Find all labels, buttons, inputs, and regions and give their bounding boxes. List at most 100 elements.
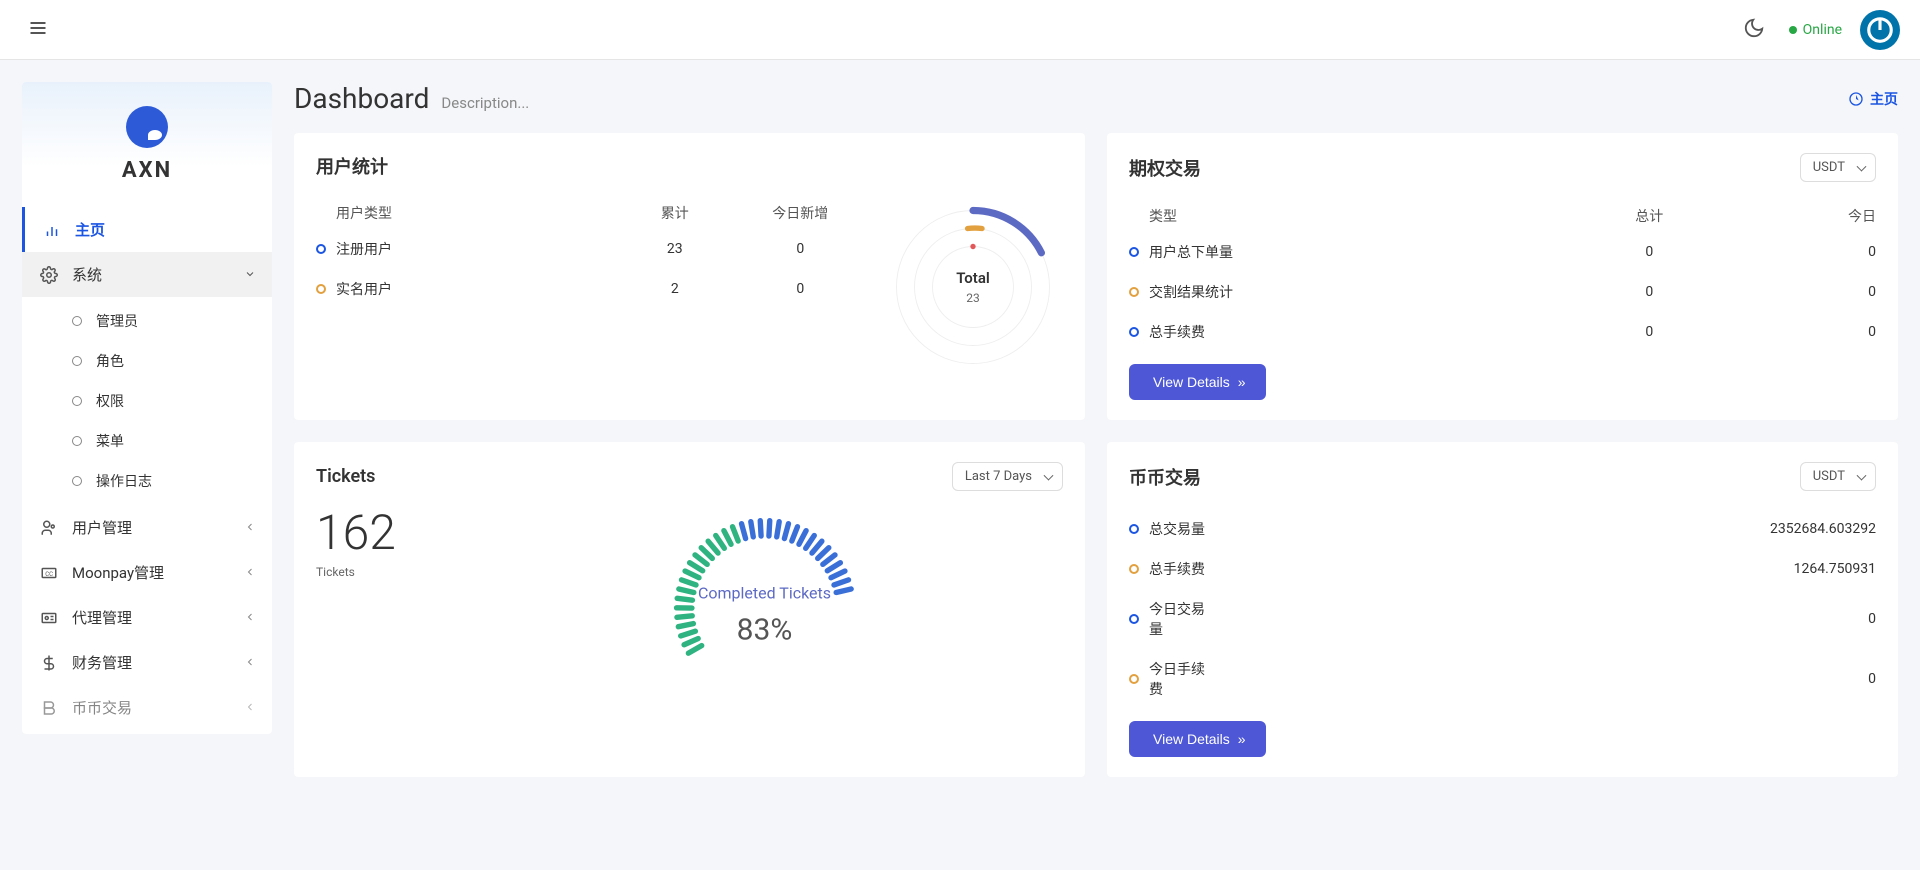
user-stats-table: 用户类型 累计 今日新增 注册用户 23 0 实名用户 — [316, 197, 863, 377]
nav-system-label: 系统 — [72, 264, 102, 285]
header-today: 今日 — [1816, 206, 1876, 226]
row-today: 0 — [1816, 324, 1876, 340]
nav-oplog[interactable]: 操作日志 — [22, 461, 272, 501]
view-details-label: View Details — [1153, 731, 1230, 747]
row-label: 今日交易量 — [1149, 599, 1209, 639]
header-type: 用户类型 — [316, 203, 612, 223]
page-header: Dashboard Description... 主页 — [294, 82, 1898, 115]
card-options-trade: 期权交易 USDT 类型 总计 今日 用户总下单量 0 0 — [1107, 133, 1898, 420]
circle-icon — [72, 356, 82, 366]
dot-icon — [316, 284, 326, 294]
nav-role[interactable]: 角色 — [22, 341, 272, 381]
card-user-stats: 用户统计 用户类型 累计 今日新增 注册用户 23 0 — [294, 133, 1085, 420]
row-label: 总手续费 — [1149, 559, 1209, 579]
topbar-left — [20, 10, 56, 50]
nav-role-label: 角色 — [96, 351, 124, 371]
nav-moonpay[interactable]: CC Moonpay管理 — [22, 550, 272, 595]
view-details-label: View Details — [1153, 374, 1230, 390]
dot-icon — [316, 244, 326, 254]
dot-icon — [1129, 564, 1139, 574]
gear-icon — [40, 266, 58, 284]
nav-agent[interactable]: 代理管理 — [22, 595, 272, 640]
user-stats-gauge: Total 23 — [883, 197, 1063, 377]
nav-system-children: 管理员 角色 权限 菜单 操作日志 — [22, 297, 272, 505]
header-type: 类型 — [1129, 206, 1483, 226]
nav-system[interactable]: 系统 — [22, 252, 272, 297]
bar-chart-icon — [43, 221, 61, 239]
breadcrumb-label: 主页 — [1870, 89, 1898, 109]
range-selector[interactable]: Last 7 Days — [952, 462, 1063, 491]
nav-home-label: 主页 — [75, 219, 105, 240]
user-avatar[interactable] — [1860, 10, 1900, 50]
dot-icon — [1129, 614, 1139, 624]
options-row: 用户总下单量 0 0 — [1129, 232, 1876, 272]
id-card-icon — [40, 609, 58, 627]
options-header-row: 类型 总计 今日 — [1129, 200, 1876, 232]
nav-spot-label: 币币交易 — [72, 697, 132, 718]
row-today: 0 — [1816, 284, 1876, 300]
chevron-left-icon — [244, 609, 256, 627]
bold-icon — [40, 699, 58, 717]
nav-permission[interactable]: 权限 — [22, 381, 272, 421]
spot-row: 今日手续费 0 — [1129, 649, 1876, 709]
row-today: 0 — [1816, 244, 1876, 260]
row-label: 用户总下单量 — [1149, 242, 1483, 262]
gauge-label: Total — [956, 269, 990, 287]
completed-label: Completed Tickets — [698, 583, 831, 602]
layout: AXN 主页 系统 管理员 角色 权限 菜单 操作日志 用户管理 — [0, 60, 1920, 799]
circle-icon — [72, 316, 82, 326]
currency-selector[interactable]: USDT — [1800, 153, 1876, 182]
moon-icon — [1743, 17, 1765, 39]
row-total: 0 — [1483, 244, 1817, 260]
nav-home[interactable]: 主页 — [22, 207, 272, 252]
dot-icon — [1129, 524, 1139, 534]
row-value: 0 — [1209, 611, 1876, 627]
options-title: 期权交易 — [1129, 155, 1201, 181]
currency-selector[interactable]: USDT — [1800, 462, 1876, 491]
dot-icon — [1129, 674, 1139, 684]
content: Dashboard Description... 主页 用户统计 用户类型 累计 — [294, 82, 1898, 777]
page-title-wrap: Dashboard Description... — [294, 82, 529, 115]
card-tickets: Tickets Last 7 Days 162 Tickets — [294, 442, 1085, 777]
user-stats-title: 用户统计 — [316, 153, 388, 179]
nav-permission-label: 权限 — [96, 391, 124, 411]
double-chevron-right-icon: » — [1238, 374, 1242, 390]
spot-row: 今日交易量 0 — [1129, 589, 1876, 649]
double-chevron-right-icon: » — [1238, 731, 1242, 747]
tickets-gauge: Completed Tickets 83% — [466, 509, 1063, 709]
chevron-down-icon — [244, 266, 256, 284]
view-details-button[interactable]: View Details » — [1129, 721, 1266, 757]
circle-icon — [72, 436, 82, 446]
nav-finance[interactable]: 财务管理 — [22, 640, 272, 685]
nav-menu[interactable]: 菜单 — [22, 421, 272, 461]
user-stats-row: 注册用户 23 0 — [316, 229, 863, 269]
row-value: 2352684.603292 — [1209, 521, 1876, 537]
nav-admin[interactable]: 管理员 — [22, 301, 272, 341]
tickets-left: 162 Tickets — [316, 509, 436, 579]
header-total: 累计 — [612, 203, 737, 223]
card-body: 用户类型 累计 今日新增 注册用户 23 0 实名用户 — [316, 197, 1063, 377]
tickets-title: Tickets — [316, 466, 375, 487]
options-row: 交割结果统计 0 0 — [1129, 272, 1876, 312]
spot-row: 总交易量 2352684.603292 — [1129, 509, 1876, 549]
chevron-left-icon — [244, 699, 256, 717]
view-details-button[interactable]: View Details » — [1129, 364, 1266, 400]
row-today: 0 — [738, 241, 863, 257]
spot-title: 币币交易 — [1129, 464, 1201, 490]
row-total: 2 — [612, 281, 737, 297]
tickets-count-label: Tickets — [316, 565, 436, 579]
topbar: Online — [0, 0, 1920, 60]
hamburger-menu-button[interactable] — [20, 10, 56, 50]
nav-spot[interactable]: 币币交易 — [22, 685, 272, 722]
dot-icon — [1129, 287, 1139, 297]
power-icon — [1865, 15, 1895, 45]
tickets-count: 162 — [316, 509, 436, 557]
dot-icon — [1129, 247, 1139, 257]
nav-user-mgmt[interactable]: 用户管理 — [22, 505, 272, 550]
nav: 主页 系统 管理员 角色 权限 菜单 操作日志 用户管理 CC Moon — [22, 203, 272, 734]
theme-toggle-button[interactable] — [1737, 11, 1771, 49]
completed-value: 83% — [698, 612, 831, 647]
breadcrumb[interactable]: 主页 — [1848, 89, 1898, 109]
chevron-left-icon — [244, 654, 256, 672]
chevron-left-icon — [244, 519, 256, 537]
